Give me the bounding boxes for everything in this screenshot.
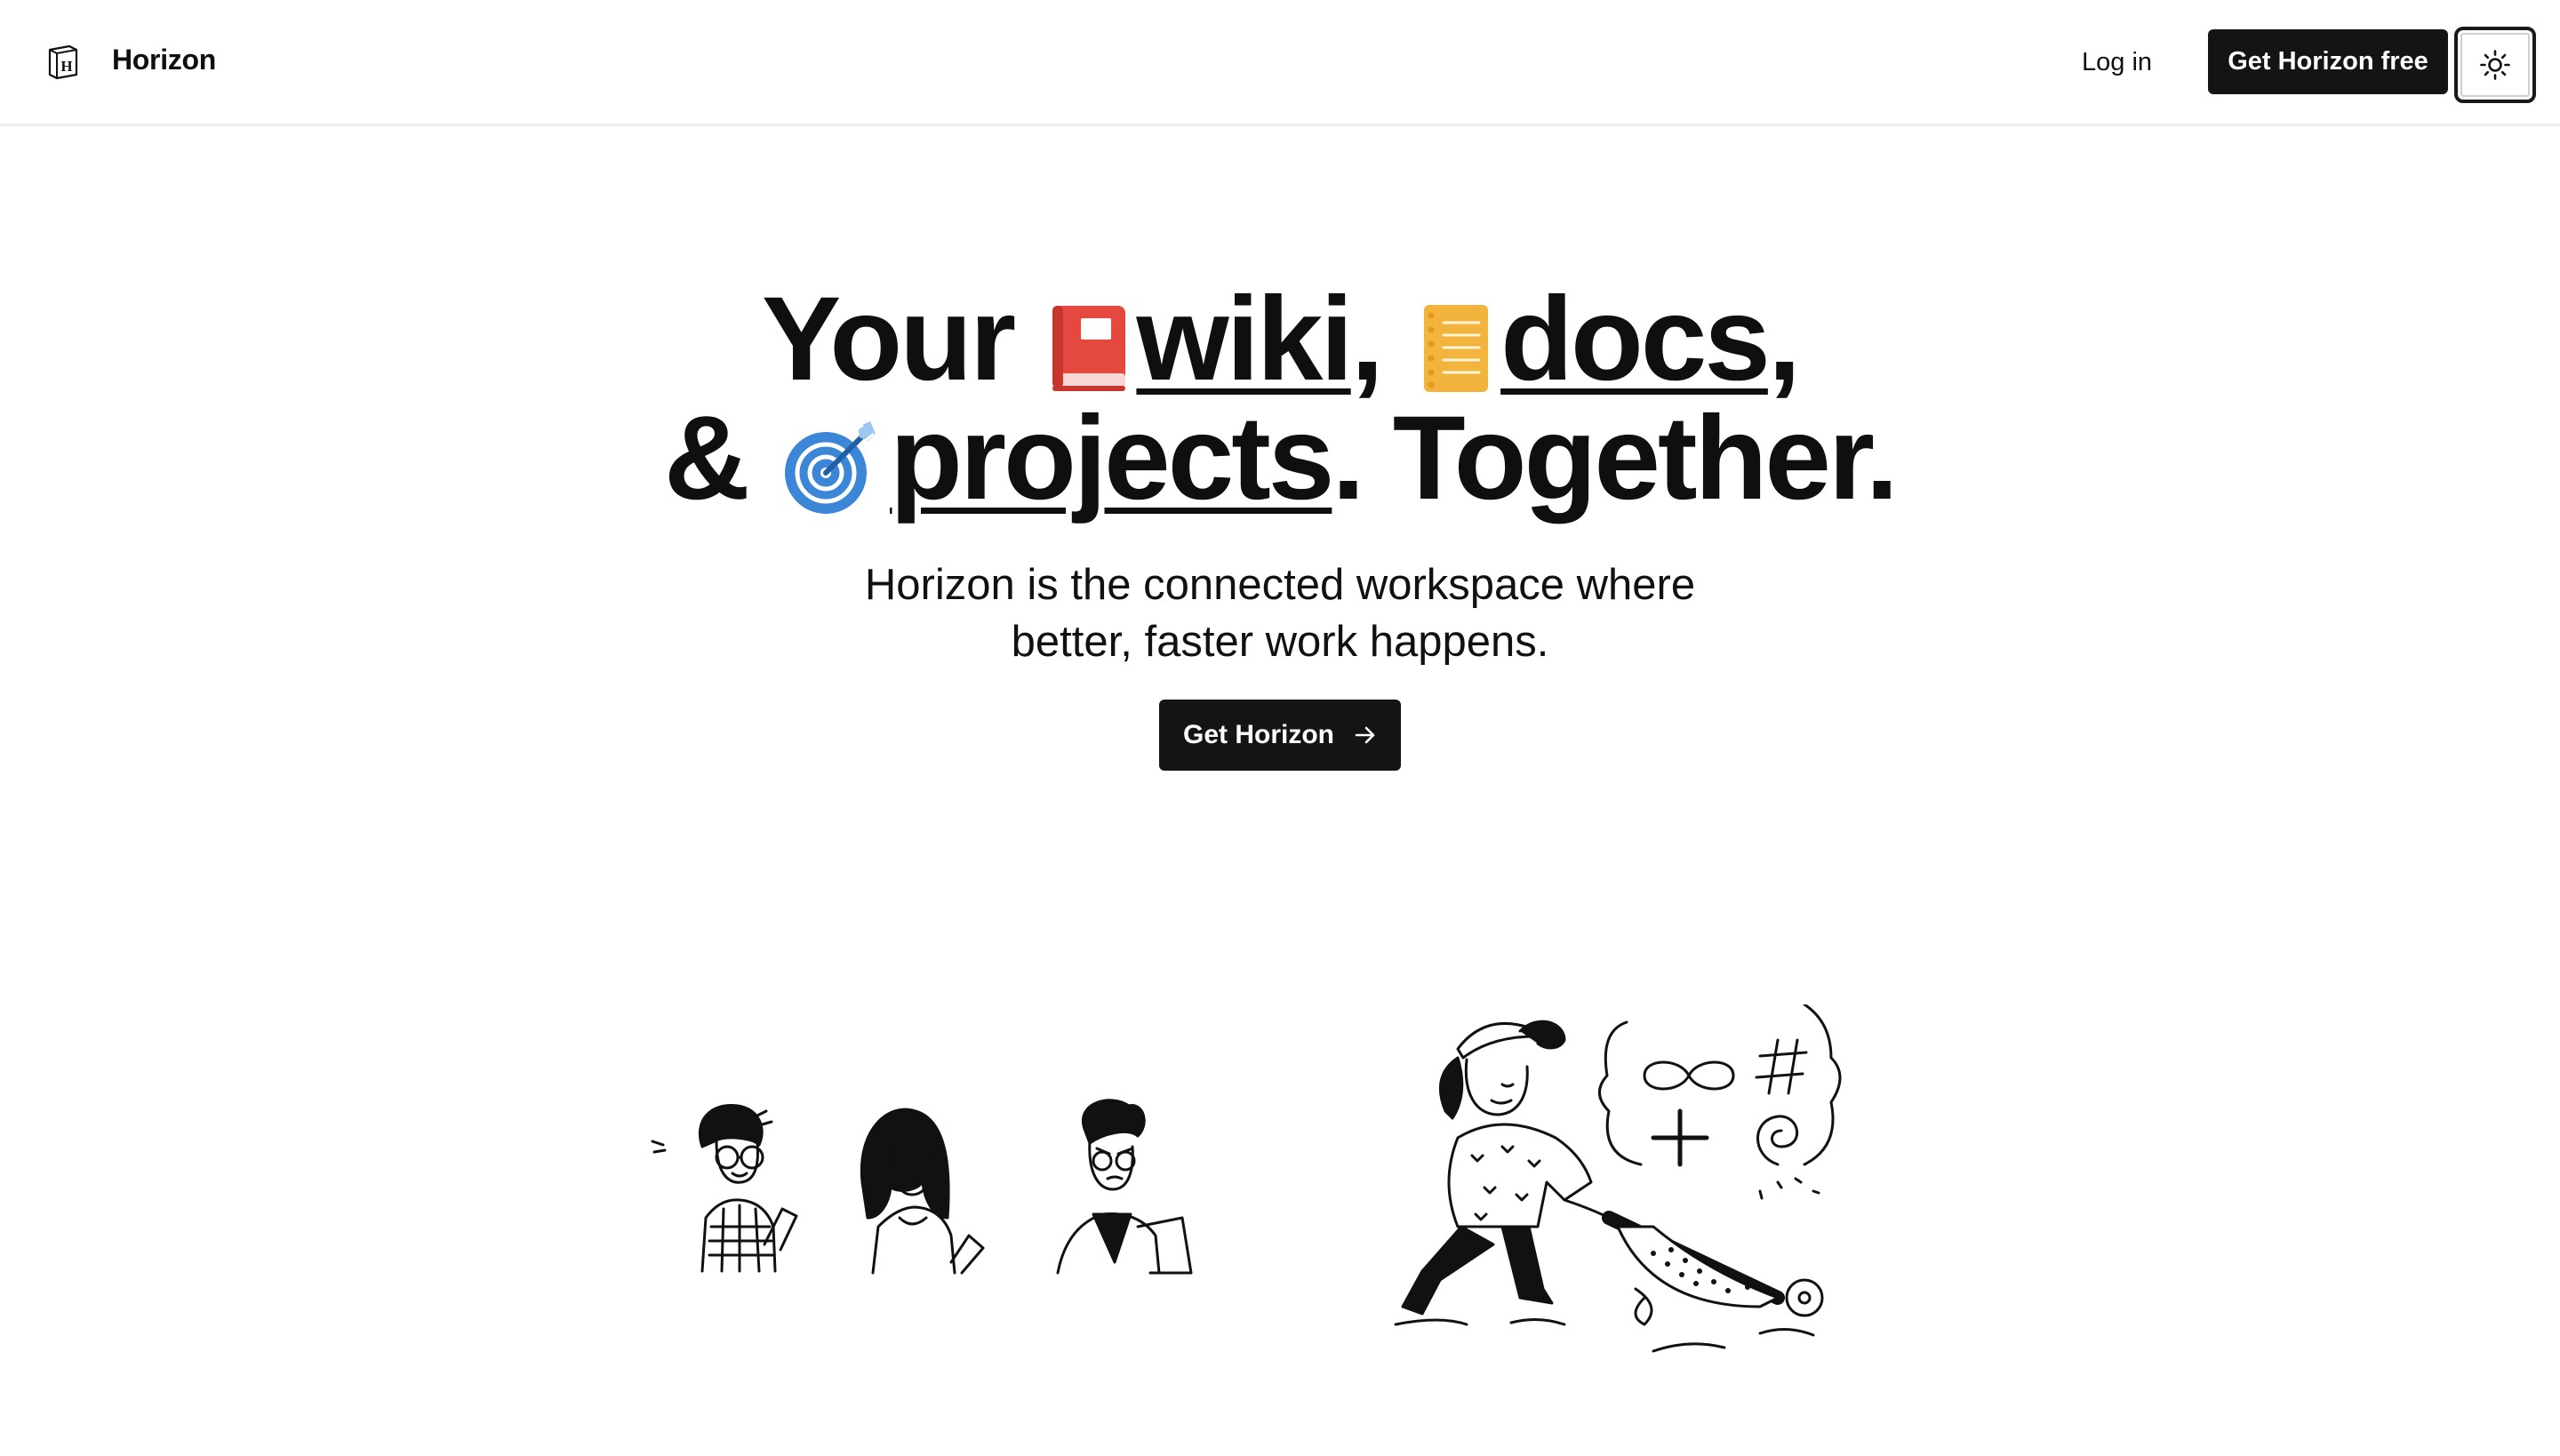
heading-word-wiki[interactable]: wiki — [1136, 273, 1353, 405]
arrow-right-icon — [1355, 726, 1375, 744]
heading-comma: , — [1350, 273, 1384, 405]
get-horizon-free-button[interactable]: Get Horizon free — [2208, 29, 2448, 94]
heading-ampersand: & — [664, 392, 750, 524]
hero-heading-line2: & projects. Together. — [0, 396, 2560, 521]
get-horizon-button[interactable]: Get Horizon — [1159, 700, 1401, 771]
hero-subtitle-line1: Horizon is the connected workspace where — [864, 561, 1696, 609]
heading-word-your: Your — [761, 273, 1016, 405]
heading-together: . Together. — [1332, 392, 1899, 524]
top-navigation-bar: H Horizon Log in Get Horizon free — [0, 0, 2560, 126]
heading-word-docs[interactable]: docs — [1500, 273, 1771, 405]
login-link[interactable]: Log in — [2082, 39, 2152, 85]
svg-text:H: H — [60, 58, 72, 75]
brand-name: Horizon — [112, 43, 216, 76]
hero-heading-line1: Your wiki, docs, — [0, 277, 2560, 402]
notebook-icon — [1424, 304, 1489, 392]
hero-subtitle-line2: better, faster work happens. — [1011, 618, 1549, 666]
book-icon — [1052, 305, 1126, 391]
brand[interactable]: H Horizon — [46, 39, 216, 80]
sun-icon — [2480, 50, 2510, 80]
three-people-illustration — [651, 1099, 1193, 1275]
target-icon — [785, 420, 876, 514]
get-horizon-button-label: Get Horizon — [1183, 720, 1334, 749]
person-pushing-wheelbarrow-illustration — [1394, 1004, 1842, 1353]
horizon-logo-icon: H — [48, 44, 78, 80]
heading-comma-2: , — [1767, 273, 1801, 405]
heading-word-projects[interactable]: projects — [890, 392, 1334, 524]
theme-toggle-button[interactable] — [2454, 27, 2536, 103]
